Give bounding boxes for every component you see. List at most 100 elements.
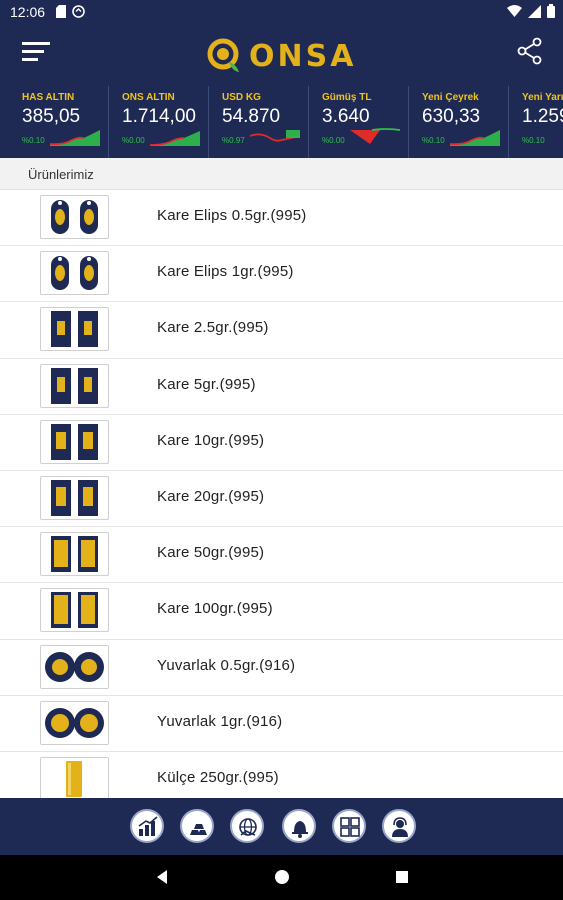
elips-gold-bar-icon xyxy=(51,200,98,234)
ticker-value: 385,05 xyxy=(22,106,81,127)
product-list[interactable]: Kare Elips 0.5gr.(995) Kare Elips 1gr.(9… xyxy=(0,190,563,798)
list-item[interactable]: Kare 50gr.(995) xyxy=(0,527,563,584)
system-back-button[interactable] xyxy=(155,869,169,890)
back-triangle-icon xyxy=(157,870,167,884)
calculator-icon xyxy=(340,817,360,837)
logo-text: ONSA xyxy=(249,39,357,74)
ticker-change: %0.10 xyxy=(522,136,545,145)
nav-products-button[interactable] xyxy=(180,809,214,843)
onsa-logo-mark-icon xyxy=(207,38,239,72)
trend-up-sparkline-icon xyxy=(50,130,100,146)
nav-calculator-button[interactable] xyxy=(332,809,366,843)
elips-gold-bar-icon xyxy=(51,256,98,291)
product-thumbnail xyxy=(40,644,109,689)
chart-icon xyxy=(138,816,158,836)
list-item[interactable]: Kare Elips 1gr.(995) xyxy=(0,246,563,303)
large-gold-bar-icon xyxy=(51,536,98,573)
ticker-change: %0.10 xyxy=(22,136,45,145)
ticker-label: USD KG xyxy=(222,92,261,103)
list-item[interactable]: Kare Elips 0.5gr.(995) xyxy=(0,190,563,247)
ticker-label: Yeni Yarım xyxy=(522,92,563,103)
recents-square-icon xyxy=(396,871,408,883)
nav-globe-button[interactable] xyxy=(230,809,264,843)
ticker-item-has-altin[interactable]: HAS ALTIN 385,05 %0.10 xyxy=(10,86,109,158)
status-system-icons xyxy=(507,4,555,18)
ticker-value: 54.870 xyxy=(222,106,281,127)
wifi-icon xyxy=(507,5,522,17)
bell-icon xyxy=(292,821,308,838)
product-thumbnail xyxy=(40,363,109,408)
nav-alarm-button[interactable] xyxy=(282,809,316,843)
system-navigation-bar xyxy=(0,855,563,900)
round-gold-coin-icon xyxy=(45,707,104,738)
trend-down-sparkline-icon xyxy=(350,128,400,144)
product-name: Kare 100gr.(995) xyxy=(157,600,273,618)
list-item[interactable]: Kare 20gr.(995) xyxy=(0,471,563,528)
sync-icon xyxy=(72,5,85,18)
list-item[interactable]: Kare 100gr.(995) xyxy=(0,583,563,640)
product-name: Kare 10gr.(995) xyxy=(157,431,265,449)
list-item[interactable]: Yuvarlak 1gr.(916) xyxy=(0,696,563,752)
product-name: Kare 50gr.(995) xyxy=(157,544,265,562)
product-name: Yuvarlak 0.5gr.(916) xyxy=(157,656,296,674)
product-thumbnail xyxy=(40,475,109,520)
trend-up-sparkline-icon xyxy=(150,131,200,146)
ticker-item-yeni-ceyrek[interactable]: Yeni Çeyrek 630,33 %0.10 xyxy=(410,86,509,158)
ticker-label: ONS ALTIN xyxy=(122,92,175,103)
list-item[interactable]: Yuvarlak 0.5gr.(916) xyxy=(0,640,563,696)
ticker-item-gumus-tl[interactable]: Gümüş TL 3.640 %0.00 xyxy=(310,86,409,158)
product-name: Külçe 250gr.(995) xyxy=(157,768,279,786)
square-gold-bar-icon xyxy=(51,367,98,404)
app-header: ONSA xyxy=(0,24,563,86)
product-name: Kare Elips 0.5gr.(995) xyxy=(157,207,307,224)
battery-icon xyxy=(547,4,555,18)
status-bar: 12:06 xyxy=(0,0,563,24)
product-name: Yuvarlak 1gr.(916) xyxy=(157,712,283,730)
product-thumbnail xyxy=(40,251,109,296)
globe-icon xyxy=(239,818,257,836)
list-item[interactable]: Külçe 250gr.(995) xyxy=(0,752,563,798)
ticker-value: 1.714,00 xyxy=(122,106,196,127)
trend-up-sparkline-icon xyxy=(450,130,500,146)
ticker-label: Gümüş TL xyxy=(322,92,372,103)
status-notification-icons xyxy=(56,5,85,18)
ticker-item-ons-altin[interactable]: ONS ALTIN 1.714,00 %0.00 xyxy=(110,86,209,158)
square-gold-bar-icon xyxy=(51,423,98,460)
share-icon xyxy=(517,37,542,65)
menu-button[interactable] xyxy=(22,41,52,63)
section-title: Ürünlerimiz xyxy=(28,167,94,182)
gold-bars-icon xyxy=(190,824,207,835)
product-thumbnail xyxy=(40,195,109,239)
product-thumbnail xyxy=(40,307,109,352)
section-header: Ürünlerimiz xyxy=(0,158,563,190)
product-thumbnail xyxy=(40,756,109,798)
system-home-button[interactable] xyxy=(274,869,290,890)
product-thumbnail xyxy=(40,700,109,745)
nav-chart-button[interactable] xyxy=(130,809,164,843)
list-item[interactable]: Kare 10gr.(995) xyxy=(0,415,563,471)
status-time: 12:06 xyxy=(10,4,46,20)
home-circle-icon xyxy=(275,870,289,884)
ticker-value: 3.640 xyxy=(322,106,370,127)
square-gold-bar-icon xyxy=(51,479,98,516)
system-recents-button[interactable] xyxy=(395,869,409,890)
product-name: Kare 2.5gr.(995) xyxy=(157,319,269,337)
square-gold-bar-icon xyxy=(51,311,98,348)
nav-support-button[interactable] xyxy=(382,809,416,843)
list-item[interactable]: Kare 5gr.(995) xyxy=(0,359,563,415)
price-ticker[interactable]: HAS ALTIN 385,05 %0.10 ONS ALTIN 1.714,0… xyxy=(0,86,563,158)
large-gold-bar-icon xyxy=(51,592,98,629)
ticker-value: 1.259 xyxy=(522,106,563,127)
share-button[interactable] xyxy=(517,37,543,65)
ticker-item-usd-kg[interactable]: USD KG 54.870 %0.97 xyxy=(210,86,309,158)
sim-card-icon xyxy=(56,5,66,18)
ticker-label: HAS ALTIN xyxy=(22,92,75,103)
product-thumbnail xyxy=(40,419,109,464)
product-name: Kare Elips 1gr.(995) xyxy=(157,263,294,281)
ticker-change: %0.10 xyxy=(422,136,445,145)
signal-icon xyxy=(528,4,541,18)
list-item[interactable]: Kare 2.5gr.(995) xyxy=(0,302,563,359)
ticker-item-yeni-yarim[interactable]: Yeni Yarım 1.259 %0.10 xyxy=(510,86,563,158)
trend-down-sparkline-icon xyxy=(250,130,300,142)
product-thumbnail xyxy=(40,588,109,633)
